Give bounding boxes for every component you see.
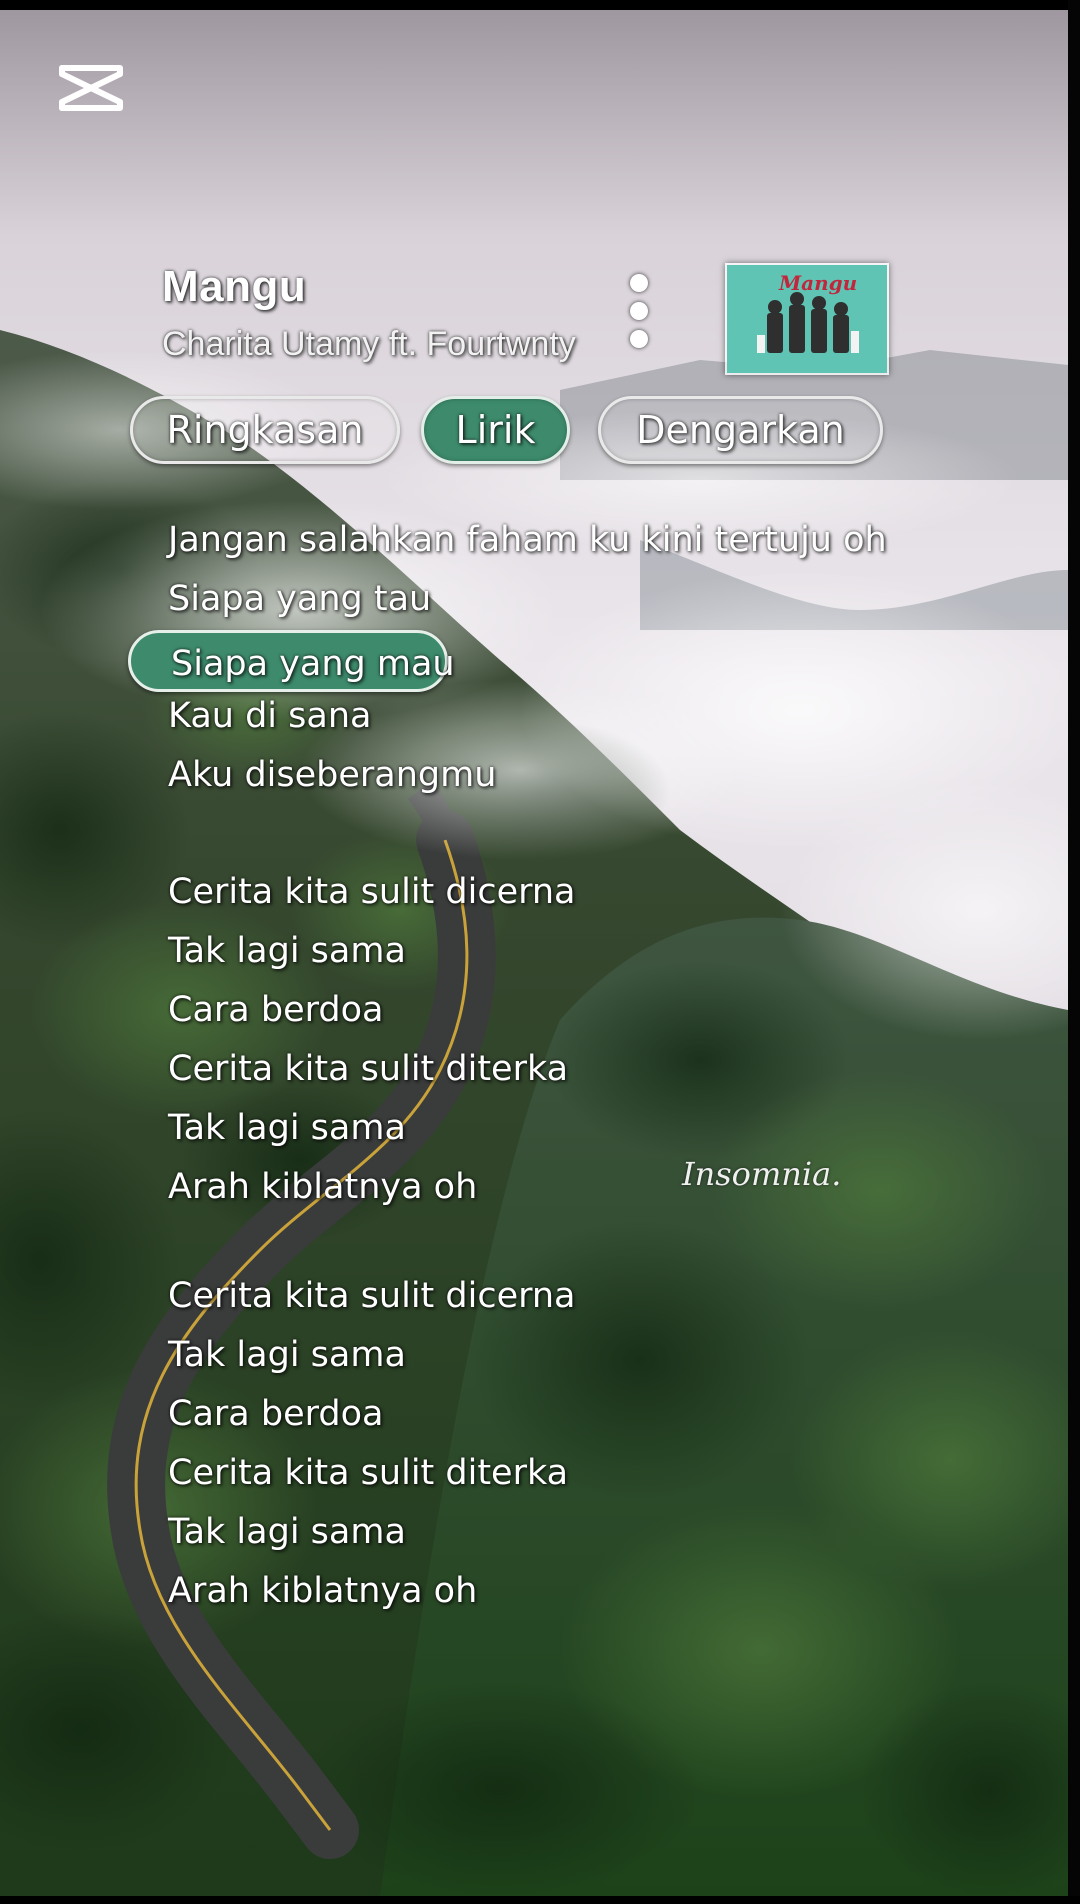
lyric-line[interactable]: Cerita kita sulit dicerna (168, 872, 576, 912)
lyric-line[interactable]: Tak lagi sama (168, 1108, 406, 1148)
lyric-line[interactable]: Cara berdoa (168, 1394, 383, 1434)
right-border (1068, 0, 1080, 1904)
watermark-text: Insomnia. (682, 1155, 842, 1193)
album-art[interactable]: Mangu (725, 263, 889, 375)
lyric-line[interactable]: Siapa yang tau (168, 579, 431, 619)
lyric-line[interactable]: Cerita kita sulit diterka (168, 1453, 568, 1493)
lyric-line[interactable]: Tak lagi sama (168, 1335, 406, 1375)
lyric-line[interactable]: Arah kiblatnya oh (168, 1167, 477, 1207)
lyric-line[interactable]: Aku diseberangmu (168, 755, 496, 795)
lyrics-screen: Mangu Charita Utamy ft. Fourtwnty Mangu … (0, 0, 1080, 1904)
lyric-line[interactable]: Cerita kita sulit dicerna (168, 1276, 576, 1316)
lyric-line-current[interactable]: Siapa yang mau (128, 630, 455, 692)
lyric-line[interactable]: Tak lagi sama (168, 931, 406, 971)
more-vertical-icon[interactable] (624, 270, 654, 352)
capcut-logo-icon (59, 65, 123, 111)
tab-lirik[interactable]: Lirik (421, 396, 570, 464)
background-scenery (0, 10, 1068, 1896)
bottom-border (0, 1896, 1080, 1904)
album-art-title: Mangu (779, 271, 858, 295)
lyric-line[interactable]: Cara berdoa (168, 990, 383, 1030)
lyric-line[interactable]: Jangan salahkan faham ku kini tertuju oh (168, 520, 887, 560)
song-title: Mangu (162, 262, 307, 311)
lyric-line[interactable]: Kau di sana (168, 696, 371, 736)
song-artist: Charita Utamy ft. Fourtwnty (162, 325, 576, 363)
tab-ringkasan[interactable]: Ringkasan (130, 396, 400, 464)
tab-dengarkan[interactable]: Dengarkan (598, 396, 883, 464)
top-border (0, 0, 1080, 10)
lyric-line[interactable]: Tak lagi sama (168, 1512, 406, 1552)
lyric-line[interactable]: Arah kiblatnya oh (168, 1571, 477, 1611)
lyric-line[interactable]: Cerita kita sulit diterka (168, 1049, 568, 1089)
